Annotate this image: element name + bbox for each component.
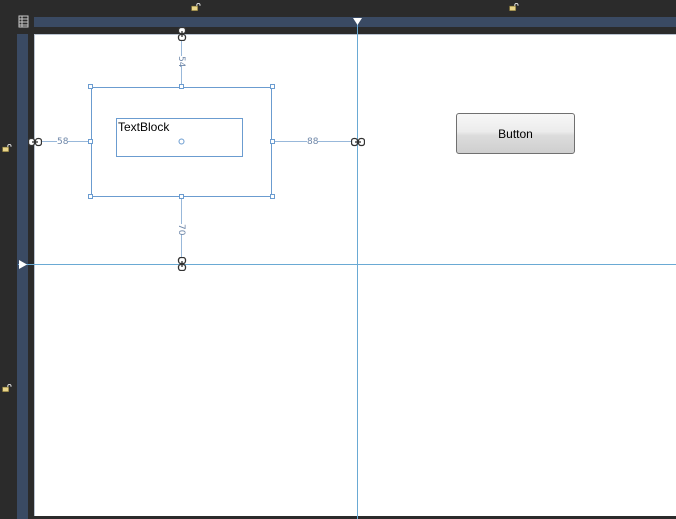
button-element[interactable]: Button <box>456 113 575 154</box>
link-chain-icon[interactable] <box>28 137 42 147</box>
top-margin-label: 54 <box>176 56 186 68</box>
row-marker-icon[interactable] <box>18 259 28 270</box>
column-marker-icon[interactable] <box>352 17 363 26</box>
resize-handle-bottom-right[interactable] <box>270 194 275 199</box>
textblock-text: TextBlock <box>118 120 170 134</box>
resize-handle-top-left[interactable] <box>88 84 93 89</box>
row-gridline[interactable] <box>18 264 676 265</box>
button-label: Button <box>498 126 533 141</box>
center-point-icon[interactable] <box>178 138 185 145</box>
link-chain-icon[interactable] <box>351 137 365 147</box>
grid-toggle-icon[interactable] <box>16 14 31 29</box>
left-margin-label: 58 <box>57 137 69 147</box>
open-padlock-icon[interactable] <box>190 3 202 11</box>
resize-handle-bottom-left[interactable] <box>88 194 93 199</box>
open-padlock-icon[interactable] <box>1 384 13 392</box>
open-padlock-icon[interactable] <box>1 144 13 152</box>
left-grid-ruler[interactable] <box>17 34 28 519</box>
link-chain-icon[interactable] <box>177 27 187 41</box>
resize-handle-top-right[interactable] <box>270 84 275 89</box>
right-margin-label: 88 <box>307 137 319 147</box>
link-chain-icon[interactable] <box>177 257 187 271</box>
resize-handle-right[interactable] <box>270 139 275 144</box>
resize-handle-bottom[interactable] <box>179 194 184 199</box>
resize-handle-top[interactable] <box>179 84 184 89</box>
open-padlock-icon[interactable] <box>508 3 520 11</box>
resize-handle-left[interactable] <box>88 139 93 144</box>
bottom-margin-label: 70 <box>176 224 186 236</box>
column-gridline[interactable] <box>357 18 358 519</box>
